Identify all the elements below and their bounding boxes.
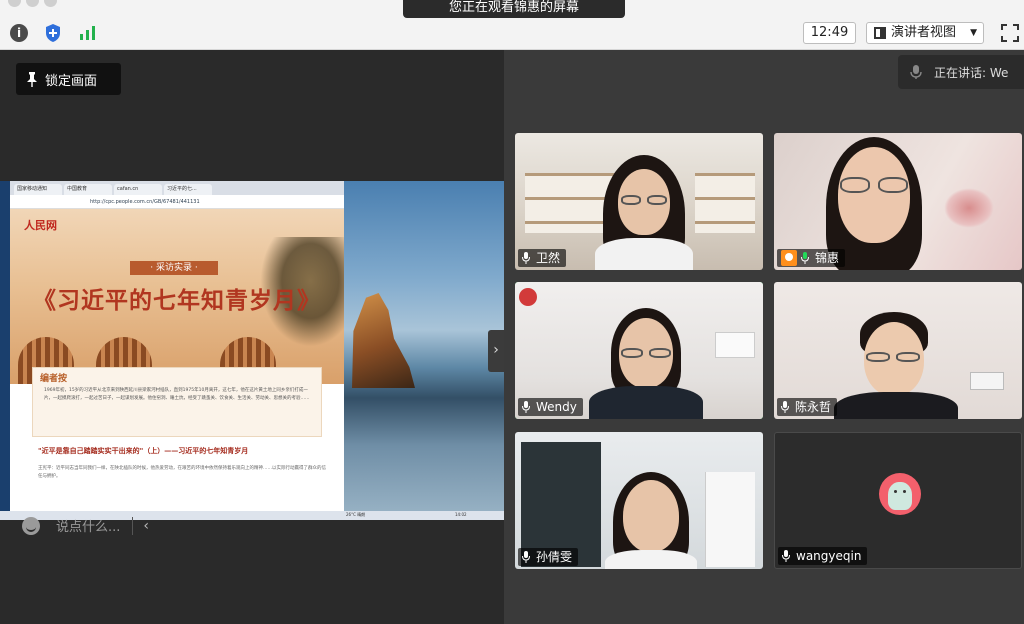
poster-title: 《习近平的七年知青岁月》 bbox=[33, 287, 321, 314]
meeting-timer: 12:49 bbox=[803, 22, 856, 44]
lock-screen-button[interactable]: 锁定画面 bbox=[16, 63, 121, 95]
shield-icon[interactable] bbox=[42, 22, 64, 44]
participant-nameplate: 孙倩雯 bbox=[518, 548, 579, 566]
shared-desktop[interactable]: 国家移动通知 中国教育 cafan.cn 习近平的七... http://cpc… bbox=[0, 181, 504, 520]
browser-tab: cafan.cn bbox=[114, 184, 162, 195]
participant-nameplate: 卫然 bbox=[518, 249, 567, 267]
minimize-window-button[interactable] bbox=[26, 0, 39, 7]
participant-name: 陈永哲 bbox=[795, 400, 832, 414]
article-body: 王宪平：近平同志当年同我们一样，在陕北插队的时候，他热爱劳动，在艰苦的环境中依然… bbox=[38, 466, 326, 479]
participant-avatar bbox=[879, 473, 921, 515]
meeting-window: 您正在观看锦惠的屏幕 i 12:49 演讲者视图 ▼ 锁定画面 国家移动通知 中… bbox=[0, 0, 1024, 624]
taskbar-weather: 26°C 晴朗 bbox=[346, 512, 366, 517]
browser-tab: 国家移动通知 bbox=[14, 184, 62, 195]
participant-nameplate: 陈永哲 bbox=[777, 398, 838, 416]
expand-panel-chevron-icon[interactable]: › bbox=[488, 330, 504, 372]
signal-strength-icon[interactable] bbox=[77, 22, 99, 44]
pin-icon bbox=[27, 72, 37, 87]
microphone-icon bbox=[801, 252, 809, 264]
microphone-icon bbox=[522, 252, 530, 264]
microphone-icon bbox=[782, 550, 790, 562]
screen-share-banner[interactable]: 您正在观看锦惠的屏幕 bbox=[403, 0, 625, 18]
participant-tile[interactable]: 孙倩雯 bbox=[515, 432, 763, 569]
emoji-icon[interactable] bbox=[22, 516, 40, 535]
browser-tab: 习近平的七... bbox=[164, 184, 212, 195]
close-window-button[interactable] bbox=[8, 0, 21, 7]
top-toolbar: 您正在观看锦惠的屏幕 i 12:49 演讲者视图 ▼ bbox=[0, 0, 1024, 50]
microphone-icon bbox=[781, 401, 789, 413]
chat-input-bar[interactable]: 说点什么... ‹ bbox=[22, 516, 149, 535]
participant-name: Wendy bbox=[536, 400, 577, 414]
view-label: 演讲者视图 bbox=[891, 25, 957, 40]
participant-tile-active-speaker[interactable]: Wendy bbox=[515, 282, 763, 419]
article-heading: "近平是靠自己踏踏实实干出来的"（上）——习近平的七年知青岁月 bbox=[38, 447, 249, 455]
participant-tile[interactable]: 锦惠 bbox=[774, 133, 1022, 270]
participant-tile[interactable]: 卫然 bbox=[515, 133, 763, 270]
participant-nameplate: 锦惠 bbox=[777, 249, 846, 267]
fullscreen-icon[interactable] bbox=[999, 22, 1021, 44]
participant-nameplate: wangyeqin bbox=[778, 547, 868, 565]
browser-address-bar: http://cpc.people.com.cn/GB/67481/441131 bbox=[10, 195, 344, 209]
article-banner: 人民网 · 采访实录 · 《习近平的七年知青岁月》 bbox=[10, 209, 344, 384]
layout-icon bbox=[874, 27, 886, 39]
participant-name: wangyeqin bbox=[796, 549, 862, 563]
divider bbox=[132, 516, 134, 535]
microphone-icon bbox=[522, 551, 530, 563]
microphone-icon bbox=[522, 401, 530, 413]
editor-note-tag: 编者按 bbox=[40, 374, 68, 384]
participant-tile[interactable]: 陈永哲 bbox=[774, 282, 1022, 419]
speaking-label: 正在讲话: We bbox=[934, 65, 1009, 80]
participant-name: 孙倩雯 bbox=[536, 550, 573, 564]
active-speaker-indicator: 正在讲话: We bbox=[898, 55, 1024, 89]
info-icon[interactable]: i bbox=[8, 22, 30, 44]
microphone-icon bbox=[910, 65, 922, 79]
editor-note-text: 1969年初，15岁的习近平从北京来到陕西延川县梁家河村插队，直到1975年10… bbox=[44, 388, 310, 401]
chevron-down-icon: ▼ bbox=[970, 28, 977, 38]
chat-input-placeholder[interactable]: 说点什么... bbox=[56, 516, 120, 535]
poster-subtitle: · 采访实录 · bbox=[130, 261, 218, 275]
participant-name: 锦惠 bbox=[815, 251, 840, 265]
browser-tab-bar: 国家移动通知 中国教育 cafan.cn 习近平的七... bbox=[10, 181, 344, 195]
people-daily-logo: 人民网 bbox=[24, 219, 57, 232]
chevron-left-icon[interactable]: ‹ bbox=[143, 518, 149, 534]
participant-name: 卫然 bbox=[536, 251, 561, 265]
taskbar-clock: 14:02 bbox=[455, 512, 467, 517]
desktop-icons-strip bbox=[0, 181, 10, 511]
host-badge-icon bbox=[781, 250, 797, 266]
lock-screen-label: 锁定画面 bbox=[45, 73, 98, 89]
participant-tile[interactable]: wangyeqin bbox=[774, 432, 1022, 569]
speaker-view-dropdown[interactable]: 演讲者视图 ▼ bbox=[866, 22, 984, 44]
browser-tab: 中国教育 bbox=[64, 184, 112, 195]
shared-browser-window: 国家移动通知 中国教育 cafan.cn 习近平的七... http://cpc… bbox=[10, 181, 344, 511]
participant-nameplate: Wendy bbox=[518, 398, 583, 416]
zoom-window-button[interactable] bbox=[44, 0, 57, 7]
